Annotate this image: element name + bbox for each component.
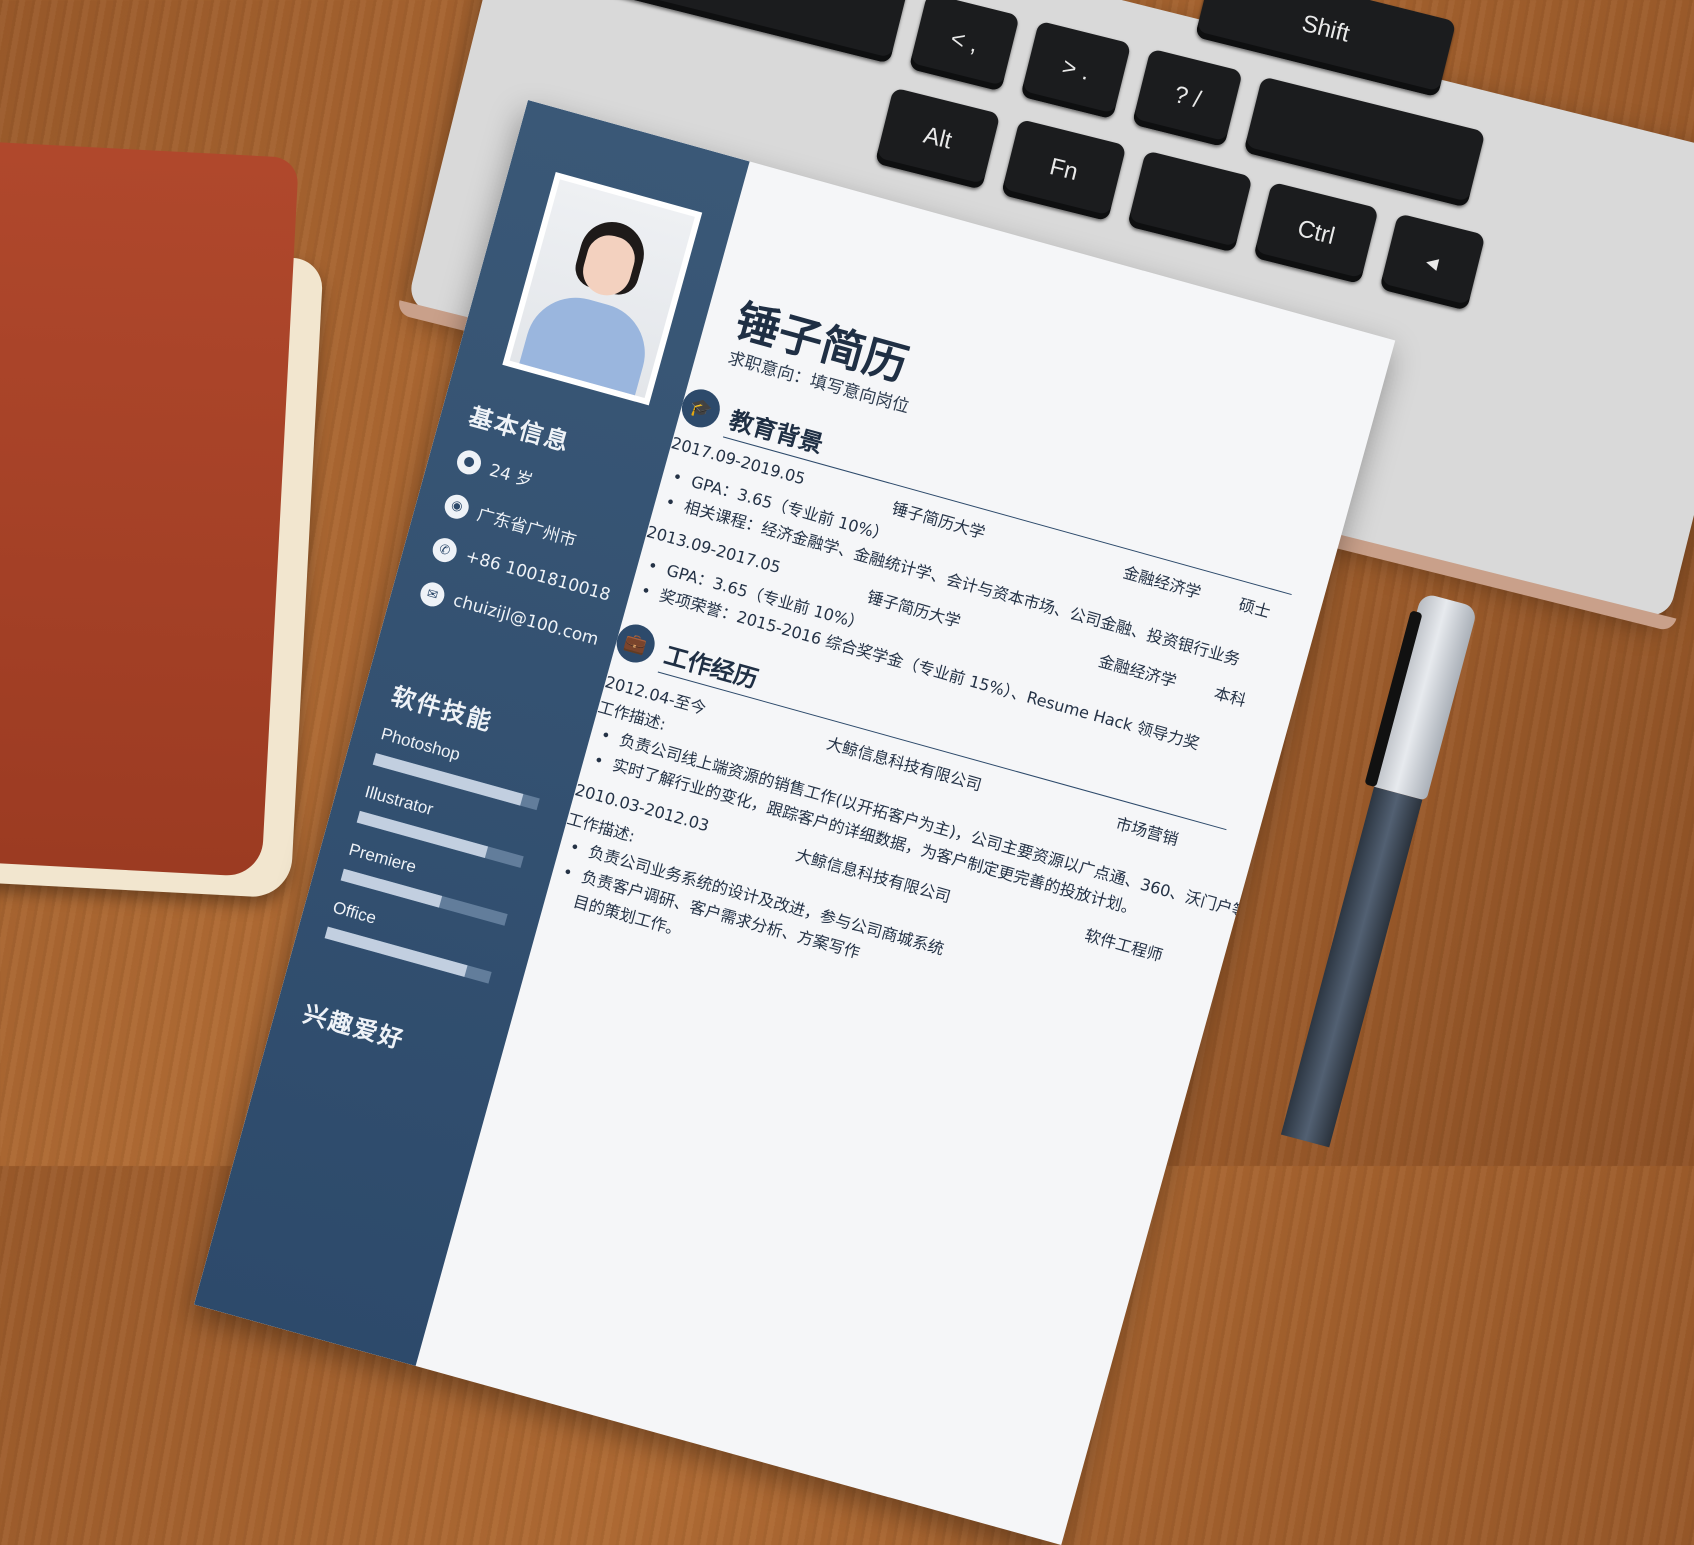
briefcase-icon: 💼: [612, 620, 660, 667]
graduation-cap-icon: 🎓: [677, 385, 725, 432]
phone-icon: ✆: [429, 535, 460, 565]
pen-cap: [1370, 592, 1479, 801]
basic-info-heading: 基本信息: [465, 402, 574, 458]
keyboard-key-alt: Alt: [874, 87, 1001, 190]
keyboard-key-period: > .: [1020, 20, 1132, 120]
keyboard-key-left-arrow: ◂: [1379, 213, 1486, 311]
work-heading: 工作经历: [661, 640, 762, 694]
keyboard-key-slash: ? /: [1131, 48, 1243, 148]
keyboard-key-comma: < ,: [908, 0, 1020, 92]
keyboard-key-menu: [1127, 150, 1253, 253]
photo-portrait: [509, 179, 695, 398]
person-icon: ●: [454, 447, 484, 477]
age-row: ● 24 岁: [454, 447, 536, 492]
edu-major: 金融经济学: [1096, 651, 1179, 692]
work-role: 软件工程师: [1082, 925, 1165, 966]
hobbies-heading: 兴趣爱好: [300, 999, 408, 1055]
edu-degree: 硕士: [1236, 594, 1273, 622]
pen: [1271, 591, 1484, 1150]
pen-barrel: [1280, 786, 1423, 1148]
education-heading: 教育背景: [726, 405, 827, 459]
age-text: 24 岁: [486, 460, 535, 492]
skills-heading: 软件技能: [388, 681, 496, 737]
notebook-cover: [0, 141, 299, 878]
photo-shirt: [516, 286, 657, 398]
resume-paper: 基本信息 ● 24 岁 ◉ 广东省广州市 ✆ +86 1001810018 ✉ …: [193, 100, 1396, 1545]
email-icon: ✉: [417, 579, 448, 610]
edu-school: 锤子简历大学: [865, 587, 963, 632]
notebook: [0, 141, 329, 899]
edu-school: 锤子简历大学: [889, 498, 988, 543]
location-text: 广东省广州市: [474, 504, 579, 552]
keyboard-key-ctrl: Ctrl: [1253, 181, 1379, 285]
edu-degree: 本科: [1212, 683, 1249, 711]
work-role: 市场营销: [1113, 813, 1181, 850]
keyboard-key-fn: Fn: [1000, 118, 1127, 222]
profile-photo: [502, 172, 703, 406]
keyboard-spacebar: [520, 0, 909, 64]
location-pin-icon: ◉: [442, 491, 472, 522]
